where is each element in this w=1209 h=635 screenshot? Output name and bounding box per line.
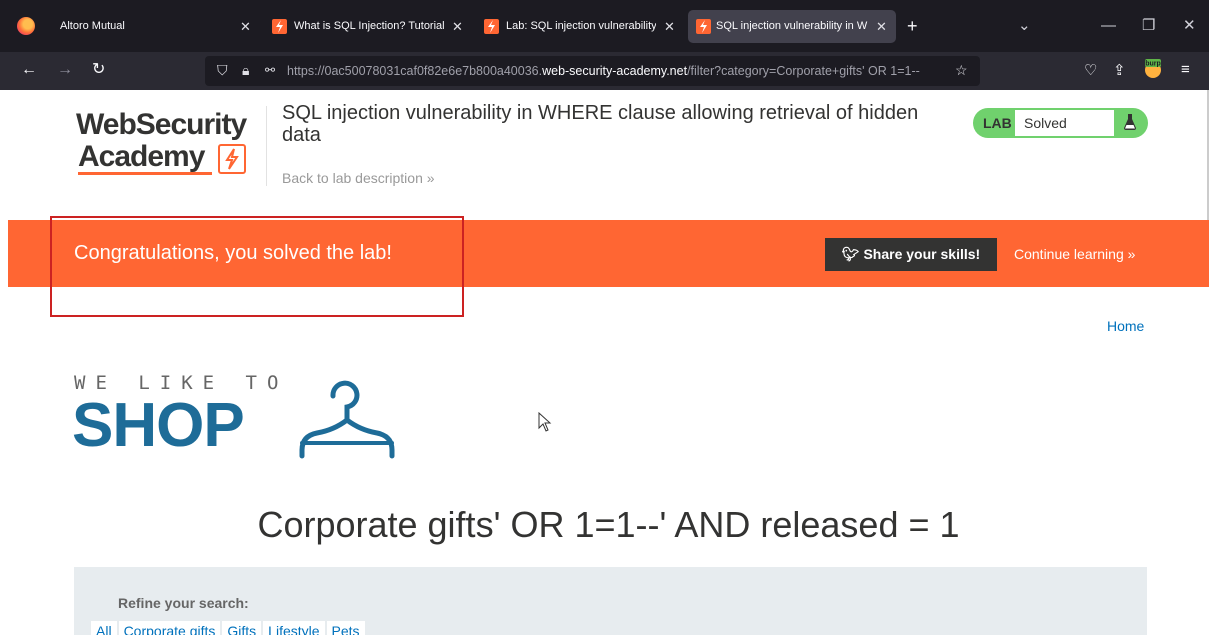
refine-search-label: Refine your search: [118, 595, 249, 611]
firefox-logo-icon[interactable] [17, 17, 35, 35]
filter-pets[interactable]: Pets [325, 620, 366, 635]
highlight-annotation-box [50, 216, 464, 317]
close-window-icon[interactable]: ✕ [1183, 16, 1196, 36]
header-divider [266, 106, 267, 186]
web-security-academy-logo[interactable]: WebSecurity Academy [76, 108, 266, 180]
continue-learning-link[interactable]: Continue learning » [1014, 246, 1135, 262]
lab-title: SQL injection vulnerability in WHERE cla… [282, 102, 919, 146]
svg-text:burp: burp [1145, 61, 1161, 68]
tab-close-icon[interactable]: ✕ [664, 10, 675, 43]
pocket-icon[interactable]: ♡ [1084, 61, 1097, 79]
menu-hamburger-icon[interactable]: ≡ [1181, 61, 1190, 78]
bookmark-star-icon[interactable]: ☆ [955, 62, 968, 79]
tab-lab-sql-injection[interactable]: Lab: SQL injection vulnerability ✕ [484, 10, 682, 43]
page-content: WebSecurity Academy SQL injection vulner… [8, 90, 1209, 635]
tab-what-is-sql-injection[interactable]: What is SQL Injection? Tutorial ✕ [272, 10, 470, 43]
shop-logo-name: SHOP [72, 391, 245, 460]
tab-close-icon[interactable]: ✕ [876, 10, 887, 43]
url-text[interactable]: https://0ac50078031caf0f82e6e7b800a40036… [287, 64, 927, 78]
lab-status-label: LAB [983, 115, 1012, 131]
filter-all[interactable]: All [90, 620, 118, 635]
filter-corporate-gifts[interactable]: Corporate gifts [117, 620, 222, 635]
portswigger-favicon-icon [696, 19, 711, 34]
category-heading: Corporate gifts' OR 1=1--' AND released … [257, 504, 960, 545]
lock-icon[interactable]: 🔒︎ [242, 62, 249, 79]
browser-toolbar: ← → ↻ ⛉ 🔒︎ ⚯ https://0ac50078031caf0f82e… [0, 52, 1209, 90]
flask-icon [1124, 114, 1136, 130]
lab-status-widget: LAB Solved [973, 108, 1148, 138]
double-chevron-icon: » [426, 170, 435, 186]
filter-panel: Refine your search: All Corporate gifts Gi… [74, 567, 1147, 635]
list-all-tabs-chevron-icon[interactable]: ⌄ [1018, 16, 1031, 36]
hanger-icon [299, 380, 395, 459]
double-chevron-icon: » [1127, 246, 1136, 262]
filter-lifestyle[interactable]: Lifestyle [262, 620, 326, 635]
tab-label: Lab: SQL injection vulnerability [506, 20, 656, 32]
portswigger-favicon-icon [272, 19, 287, 34]
reload-icon[interactable]: ↻ [92, 60, 105, 80]
back-arrow-icon[interactable]: ← [21, 60, 37, 80]
portswigger-favicon-icon [484, 19, 499, 34]
permissions-icon[interactable]: ⚯ [265, 63, 275, 77]
forward-arrow-icon[interactable]: → [57, 60, 73, 80]
tab-altoro-mutual[interactable]: Altoro Mutual ✕ [52, 10, 260, 43]
tab-sql-injection-active[interactable]: SQL injection vulnerability in W ✕ [688, 10, 896, 43]
tab-close-icon[interactable]: ✕ [452, 10, 463, 43]
lightning-icon [218, 144, 246, 174]
tracking-shield-icon[interactable]: ⛉ [217, 62, 228, 79]
browser-tab-bar: Altoro Mutual ✕ What is SQL Injection? T… [0, 0, 1209, 52]
share-icon[interactable]: ⇪ [1113, 61, 1126, 79]
mouse-cursor-icon [538, 412, 552, 432]
filter-gifts[interactable]: Gifts [221, 620, 263, 635]
tab-label: Altoro Mutual [60, 20, 125, 32]
twitter-bird-icon: 🐦︎ [841, 246, 860, 262]
share-your-skills-button[interactable]: 🐦︎ Share your skills! [825, 238, 997, 271]
new-tab-button[interactable]: + [907, 17, 918, 35]
restore-window-icon[interactable]: ❐ [1142, 16, 1155, 36]
minimize-window-icon[interactable]: — [1101, 16, 1116, 36]
tab-close-icon[interactable]: ✕ [240, 10, 251, 43]
lab-status-value: Solved [1024, 115, 1067, 131]
burp-extension-icon[interactable]: burp [1143, 57, 1163, 79]
tab-label: SQL injection vulnerability in W [716, 20, 868, 32]
url-bar[interactable]: ⛉ 🔒︎ ⚯ https://0ac50078031caf0f82e6e7b80… [205, 56, 980, 86]
category-filters: All Corporate gifts Gifts Lifestyle Pets [90, 620, 366, 635]
home-link[interactable]: Home [1107, 318, 1144, 334]
tab-label: What is SQL Injection? Tutorial [294, 20, 444, 32]
back-to-lab-description-link[interactable]: Back to lab description » [282, 170, 435, 186]
